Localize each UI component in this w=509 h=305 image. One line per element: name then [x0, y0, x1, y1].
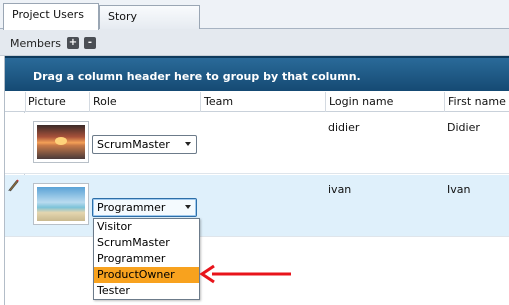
column-header-picture[interactable]: Picture	[28, 95, 66, 108]
grid-header: Picture Role Team Login name First name	[5, 92, 509, 112]
user-picture[interactable]	[33, 121, 89, 163]
sunset-photo	[37, 125, 85, 159]
members-label: Members	[10, 37, 61, 50]
first-name-cell: Ivan	[447, 183, 471, 196]
column-separator[interactable]	[89, 92, 90, 112]
dropdown-option-programmer[interactable]: Programmer	[94, 251, 199, 267]
tab-story-templates[interactable]: Story Templates	[99, 5, 200, 45]
column-separator[interactable]	[325, 92, 326, 112]
column-header-login-name[interactable]: Login name	[329, 95, 393, 108]
column-separator[interactable]	[444, 92, 445, 112]
first-name-cell: Didier	[447, 121, 480, 134]
dropdown-option-visitor[interactable]: Visitor	[94, 219, 199, 235]
add-member-button[interactable]: +	[67, 37, 79, 49]
column-header-first-name[interactable]: First name	[448, 95, 506, 108]
pencil-icon	[8, 179, 19, 192]
dropdown-option-tester[interactable]: Tester	[94, 283, 199, 299]
tab-project-users[interactable]: Project Users	[3, 3, 99, 30]
role-dropdown-list: Visitor ScrumMaster Programmer ProductOw…	[93, 218, 200, 300]
chevron-down-icon	[185, 142, 191, 146]
annotation-arrow-icon	[199, 264, 291, 284]
group-by-hint: Drag a column header here to group by th…	[33, 70, 361, 83]
role-value: Programmer	[97, 201, 166, 214]
tab-strip: Project Users Story Templates	[0, 0, 509, 45]
login-name-cell: ivan	[328, 183, 352, 196]
login-name-cell: didier	[328, 121, 360, 134]
column-separator	[25, 92, 26, 112]
role-value: ScrumMaster	[97, 138, 170, 151]
beach-photo	[37, 187, 85, 221]
column-separator[interactable]	[200, 92, 201, 112]
role-select-open[interactable]: Programmer	[92, 198, 197, 217]
members-toolbar: Members + -	[0, 29, 509, 56]
user-picture[interactable]	[33, 183, 89, 225]
dropdown-option-scrummaster[interactable]: ScrumMaster	[94, 235, 199, 251]
column-header-role[interactable]: Role	[93, 95, 117, 108]
remove-member-button[interactable]: -	[84, 37, 96, 49]
chevron-down-icon	[185, 205, 191, 209]
group-by-panel[interactable]: Drag a column header here to group by th…	[5, 56, 509, 91]
dropdown-option-productowner[interactable]: ProductOwner	[94, 267, 199, 283]
role-select[interactable]: ScrumMaster	[92, 135, 197, 154]
column-header-team[interactable]: Team	[204, 95, 233, 108]
